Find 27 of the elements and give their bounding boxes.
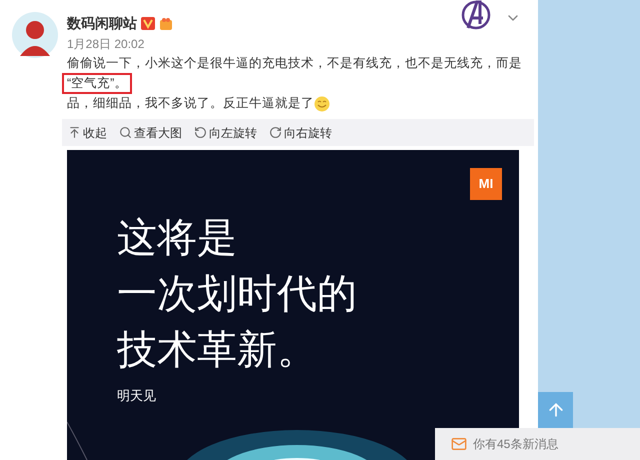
poster-subline: 明天见 [117,387,157,405]
post-time[interactable]: 1月28日 20:02 [67,36,537,52]
collapse-icon [68,126,81,139]
search-icon [119,126,132,139]
rotate-left-icon [194,126,207,139]
author-name[interactable]: 数码闲聊站 [67,14,137,32]
notification-text: 你有45条新消息 [473,436,558,453]
toolbar-button[interactable]: 查看大图 [119,124,182,142]
poster-headline: 一次划时代的 [117,271,358,318]
poster-headline: 这将是 [117,215,238,262]
toolbar-button[interactable]: 向左旋转 [194,124,257,142]
hero-logo-icon[interactable] [461,0,491,30]
highlighted-text: “空气充”。 [62,73,132,94]
poster-headline: 技术革新。 [117,327,318,374]
mail-icon [451,436,467,452]
member-badge-icon [159,16,173,30]
toolbar-button[interactable]: 向右旋转 [269,124,332,142]
smile-emoji-icon [314,96,330,112]
post-text: 品，细细品，我不多说了。反正牛逼就是了 [67,95,314,112]
back-to-top-button[interactable] [538,392,573,428]
brand-logo: MI [470,168,502,200]
avatar [12,12,58,58]
toolbar-button[interactable]: 收起 [68,124,107,142]
verified-badge-icon [141,16,155,30]
post-text: 偷偷说一下，小米这个是很牛逼的充电技术，不是有线充，也不是无线充，而是 [67,55,523,72]
rotate-right-icon [269,126,282,139]
notification-bar[interactable]: 你有45条新消息 [435,428,640,460]
